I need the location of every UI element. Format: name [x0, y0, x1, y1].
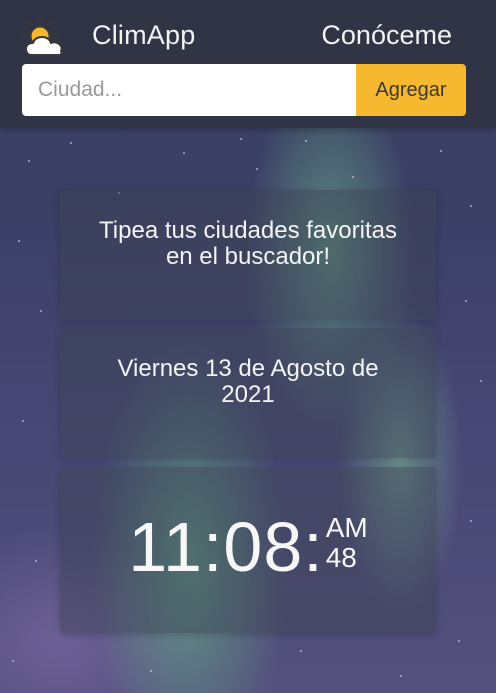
clock-meridiem: AM — [325, 512, 368, 543]
add-city-button[interactable]: Agregar — [356, 64, 466, 116]
app-root: ClimApp Conóceme Agregar Tipea tus ciuda… — [0, 0, 496, 693]
instructions-card: Tipea tus ciudades favoritas en el busca… — [60, 190, 436, 320]
clock: 11:08: AM 48 — [60, 511, 436, 583]
current-date: Viernes 13 de Agosto de 2021 — [117, 355, 379, 408]
clock-side: AM 48 — [326, 511, 368, 573]
clock-seconds: 48 — [325, 542, 357, 573]
clock-time: 11:08: — [128, 508, 324, 586]
city-search-input[interactable] — [22, 64, 356, 116]
app-name: ClimApp — [92, 20, 196, 50]
date-card: Viernes 13 de Agosto de 2021 — [60, 328, 436, 458]
clock-card: 11:08: AM 48 — [60, 467, 436, 633]
sun-behind-cloud-icon — [22, 17, 63, 56]
city-search-form: Agregar — [22, 64, 466, 116]
top-bar: ClimApp Conóceme Agregar — [0, 0, 496, 128]
instructions-text: Tipea tus ciudades favoritas en el busca… — [99, 217, 397, 270]
about-link[interactable]: Conóceme — [321, 20, 452, 51]
